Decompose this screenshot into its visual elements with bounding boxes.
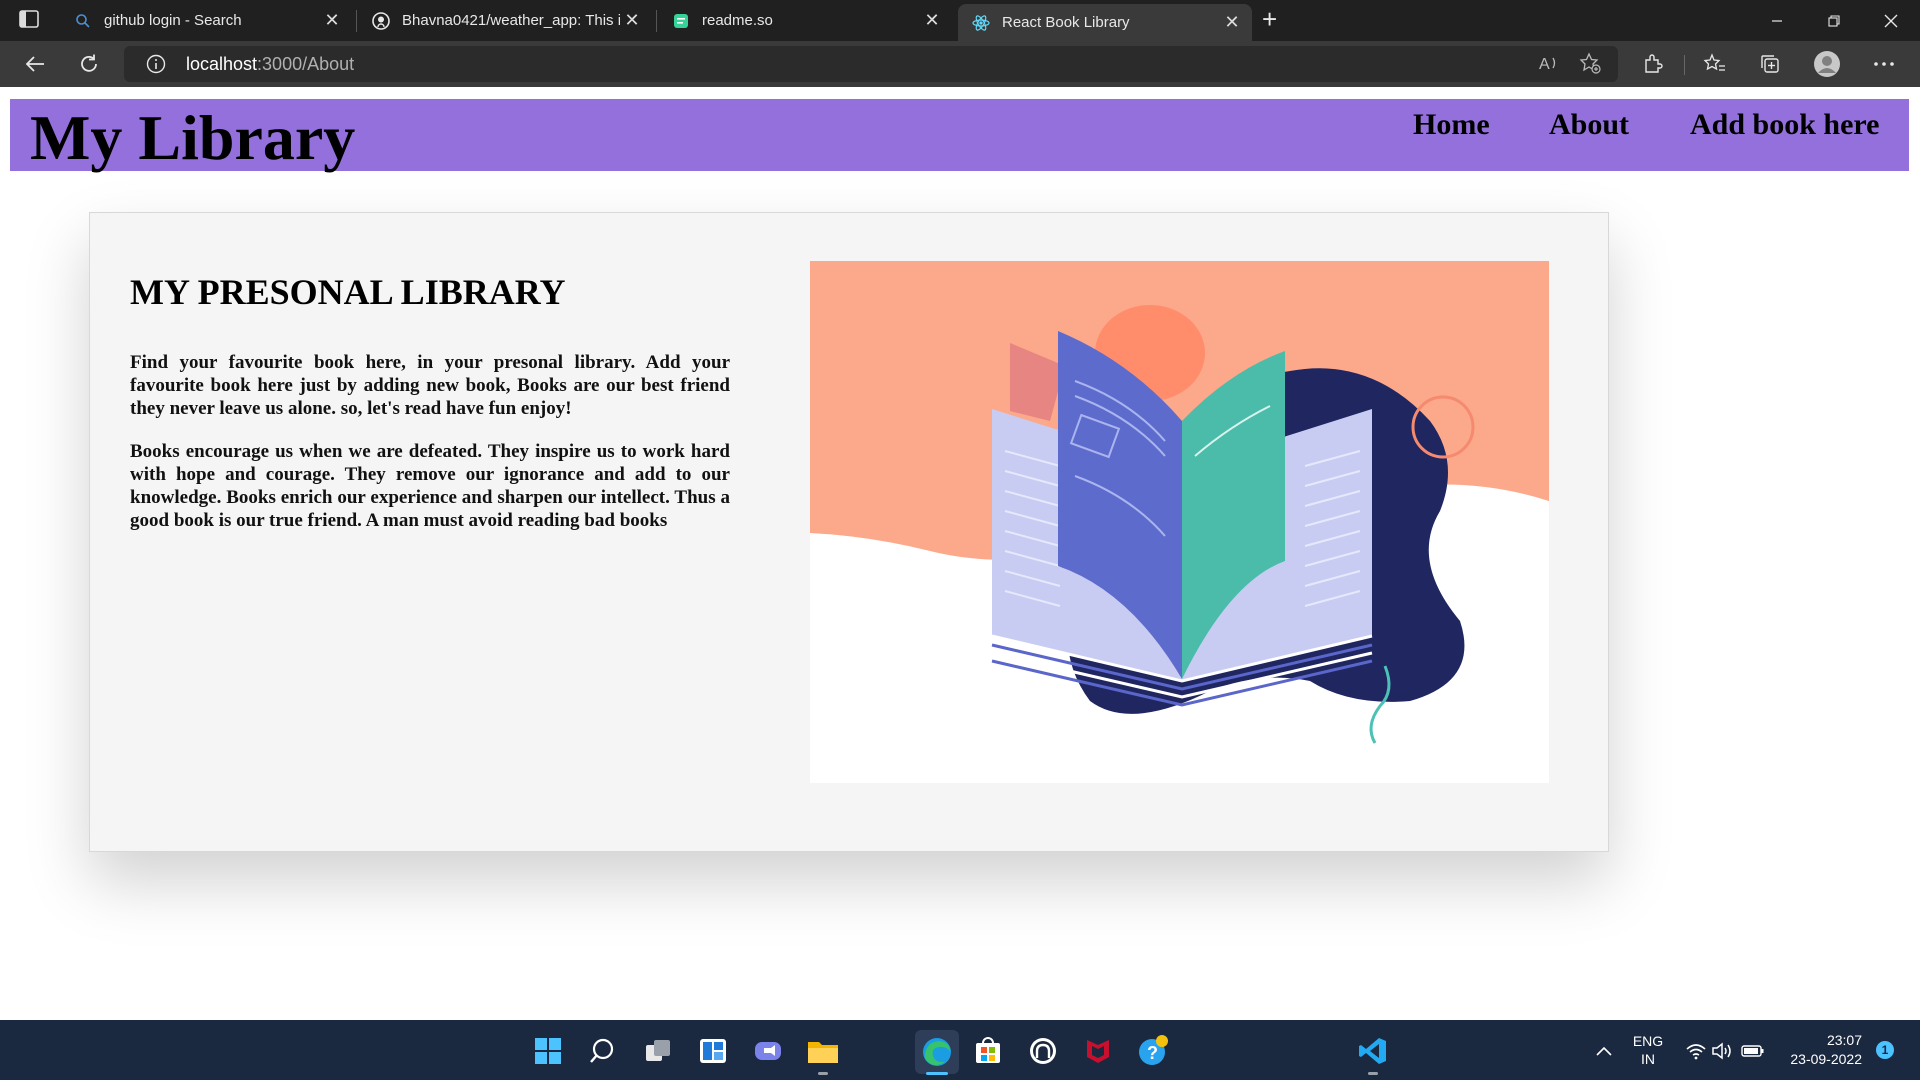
close-tab-icon[interactable]: ✕ [1220,12,1244,33]
svg-text:?: ? [1147,1043,1158,1063]
start-menu-icon[interactable] [532,1035,564,1067]
clock[interactable]: 23:07 23-09-2022 [1778,1031,1862,1069]
nav-link-about[interactable]: About [1549,108,1629,142]
volume-icon[interactable] [1706,1035,1738,1067]
svg-text:A: A [1539,56,1550,73]
browser-toolbar: localhost:3000/About A [0,41,1920,87]
close-tab-icon[interactable]: ✕ [620,10,644,31]
url-host: localhost [186,54,258,74]
about-paragraph-intro: Find your favourite book here, in your p… [130,352,730,419]
browser-tab-bar: github login - Search ✕ Bhavna0421/weath… [0,0,1920,41]
profile-avatar[interactable] [1812,50,1842,78]
vscode-icon[interactable] [1357,1035,1389,1067]
tab-separator [356,10,357,32]
widgets-icon[interactable] [697,1035,729,1067]
clock-time: 23:07 [1826,1032,1862,1048]
tab-weather-app-github[interactable]: Bhavna0421/weather_app: This i ✕ [358,0,652,41]
tab-github-login-search[interactable]: github login - Search ✕ [60,0,352,41]
active-indicator [926,1072,948,1075]
site-info-icon[interactable] [146,54,166,79]
github-desktop-icon[interactable] [1027,1035,1059,1067]
running-indicator [818,1072,828,1075]
language-code: ENG [1632,1033,1664,1049]
back-arrow-icon[interactable] [20,50,50,78]
notification-badge[interactable]: 1 [1876,1041,1894,1059]
edge-browser-icon[interactable] [915,1030,959,1074]
favorites-icon[interactable] [1700,50,1730,78]
minimize-icon[interactable] [1748,0,1806,41]
read-aloud-icon[interactable]: A [1534,49,1564,77]
nav-link-home[interactable]: Home [1413,108,1490,142]
github-icon [372,11,390,30]
microsoft-store-icon[interactable] [972,1035,1004,1067]
battery-icon[interactable] [1737,1035,1769,1067]
chevron-up-icon[interactable] [1588,1035,1620,1067]
site-brand[interactable]: My Library [30,101,355,175]
tab-actions-icon[interactable] [18,9,42,31]
close-tab-icon[interactable]: ✕ [920,10,944,31]
close-window-icon[interactable] [1862,0,1920,41]
windows-taskbar: ? ENG IN 23:07 23-09-2022 1 [0,1020,1920,1080]
tab-readme-so[interactable]: readme.so ✕ [658,0,952,41]
about-heading: MY PRESONAL LIBRARY [130,272,566,312]
search-icon [74,12,92,30]
add-favorite-icon[interactable] [1575,49,1605,77]
region-code: IN [1641,1051,1655,1067]
file-explorer-icon[interactable] [807,1035,839,1067]
url-path: :3000/About [257,54,355,74]
react-icon [972,14,990,32]
extensions-icon[interactable] [1638,50,1668,78]
tab-title: React Book Library [1002,14,1130,31]
about-paragraph-books: Books encourage us when we are defeated.… [130,441,730,531]
running-indicator [1368,1072,1378,1075]
mcafee-icon[interactable] [1082,1035,1114,1067]
tab-react-book-library[interactable]: React Book Library ✕ [958,4,1252,41]
address-bar[interactable]: localhost:3000/About A [124,46,1618,82]
tab-title: Bhavna0421/weather_app: This i [402,12,620,29]
collections-icon[interactable] [1755,50,1785,78]
clock-date: 23-09-2022 [1790,1051,1862,1067]
tab-separator [656,10,657,32]
tab-title: github login - Search [104,12,242,29]
nav-link-add-book[interactable]: Add book here [1690,108,1880,142]
task-view-icon[interactable] [642,1035,674,1067]
close-tab-icon[interactable]: ✕ [320,10,344,31]
new-tab-icon[interactable]: + [1262,4,1277,35]
open-book-illustration [810,261,1549,783]
more-options-icon[interactable] [1869,50,1899,78]
language-indicator[interactable]: ENG IN [1628,1032,1668,1068]
search-icon[interactable] [586,1035,618,1067]
refresh-icon[interactable] [74,50,104,78]
readme-icon [672,12,690,30]
tab-title: readme.so [702,12,773,29]
teams-chat-icon[interactable] [752,1035,784,1067]
url-text[interactable]: localhost:3000/About [186,54,354,75]
get-help-icon[interactable]: ? [1137,1035,1169,1067]
about-card: MY PRESONAL LIBRARY Find your favourite … [89,212,1609,852]
toolbar-divider [1684,55,1685,75]
restore-icon[interactable] [1805,0,1863,41]
site-navbar: My Library Home About Add book here [10,99,1909,173]
